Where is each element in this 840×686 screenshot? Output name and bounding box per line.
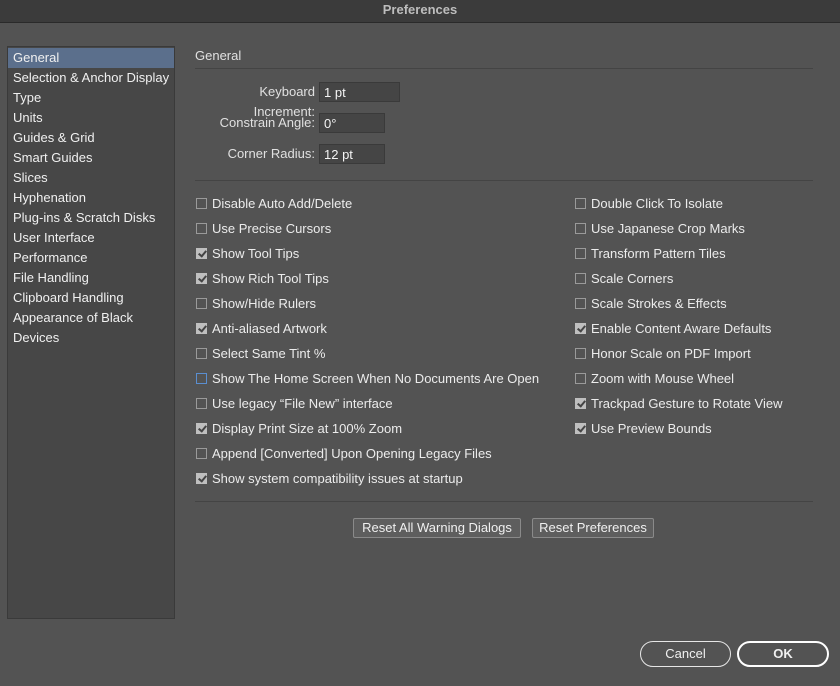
checkbox[interactable] [196, 447, 207, 459]
cancel-button[interactable]: Cancel [640, 641, 731, 667]
checkbox-label: Disable Auto Add/Delete [212, 195, 353, 211]
sidebar-list: General Selection & Anchor Display Type Uni… [8, 47, 174, 348]
sidebar-item-hyphenation[interactable]: Hyphenation [8, 188, 174, 208]
constrain-angle-input[interactable] [319, 113, 385, 133]
checkbox[interactable] [196, 397, 207, 409]
option-trackpad-gesture-to-rotate-view[interactable]: Trackpad Gesture to Rotate View [575, 393, 782, 413]
corner-radius-label: Corner Radius: [227, 146, 315, 161]
option-use-japanese-crop-marks[interactable]: Use Japanese Crop Marks [575, 218, 745, 238]
window-title: Preferences [382, 2, 458, 17]
option-double-click-to-isolate[interactable]: Double Click To Isolate [575, 193, 723, 213]
checkbox[interactable] [196, 347, 207, 359]
option-scale-strokes-effects[interactable]: Scale Strokes & Effects [575, 293, 727, 313]
keyboard-increment-label: Keyboard Increment: [253, 84, 315, 119]
checkbox-label: Display Print Size at 100% Zoom [212, 420, 403, 436]
checkbox[interactable] [196, 297, 207, 309]
preferences-sidebar: General Selection & Anchor Display Type Uni… [7, 46, 175, 619]
reset-preferences-button[interactable]: Reset Preferences [532, 518, 654, 538]
checkbox-label: Append [Converted] Upon Opening Legacy F… [212, 445, 492, 461]
option-use-preview-bounds[interactable]: Use Preview Bounds [575, 418, 712, 438]
sidebar-item-general[interactable]: General [8, 48, 174, 68]
option-show-system-compatibility-issues-at-startup[interactable]: Show system compatibility issues at star… [196, 468, 463, 488]
sidebar-item-file-handling[interactable]: File Handling [8, 268, 174, 288]
sidebar-item-guides-grid[interactable]: Guides & Grid [8, 128, 174, 148]
checkbox-label: Show Rich Tool Tips [212, 270, 329, 286]
checkbox[interactable] [196, 272, 207, 284]
checkbox-label: Use Japanese Crop Marks [591, 220, 745, 236]
checkbox-label: Zoom with Mouse Wheel [591, 370, 735, 386]
section-divider [195, 68, 813, 69]
checkbox-label: Scale Corners [591, 270, 674, 286]
option-enable-content-aware-defaults[interactable]: Enable Content Aware Defaults [575, 318, 771, 338]
checkbox-label: Double Click To Isolate [591, 195, 723, 211]
checkbox-label: Show Tool Tips [212, 245, 300, 261]
checkbox-label: Enable Content Aware Defaults [591, 320, 772, 336]
option-select-same-tint[interactable]: Select Same Tint % [196, 343, 325, 363]
sidebar-item-units[interactable]: Units [8, 108, 174, 128]
checkbox-label: Anti-aliased Artwork [212, 320, 327, 336]
keyboard-increment-input[interactable] [319, 82, 400, 102]
checkbox-label: Honor Scale on PDF Import [591, 345, 751, 361]
option-use-legacy-file-new-interface[interactable]: Use legacy “File New” interface [196, 393, 393, 413]
sidebar-item-smart-guides[interactable]: Smart Guides [8, 148, 174, 168]
checkbox[interactable] [575, 422, 586, 434]
checkbox[interactable] [196, 372, 207, 384]
option-show-tool-tips[interactable]: Show Tool Tips [196, 243, 299, 263]
option-append-converted-upon-opening-legacy-files[interactable]: Append [Converted] Upon Opening Legacy F… [196, 443, 492, 463]
checkbox[interactable] [196, 222, 207, 234]
sidebar-item-plug-ins-scratch-disks[interactable]: Plug-ins & Scratch Disks [8, 208, 174, 228]
option-use-precise-cursors[interactable]: Use Precise Cursors [196, 218, 331, 238]
sidebar-item-appearance-of-black[interactable]: Appearance of Black [8, 308, 174, 328]
window-title-bar: Preferences [0, 0, 840, 23]
checkbox-label: Transform Pattern Tiles [591, 245, 726, 261]
checkbox[interactable] [575, 272, 586, 284]
checkbox[interactable] [196, 197, 207, 209]
option-display-print-size-at-100-zoom[interactable]: Display Print Size at 100% Zoom [196, 418, 402, 438]
checkbox-label: Use legacy “File New” interface [212, 395, 393, 411]
sidebar-item-devices[interactable]: Devices [8, 328, 174, 348]
sidebar-item-clipboard-handling[interactable]: Clipboard Handling [8, 288, 174, 308]
checkbox[interactable] [575, 197, 586, 209]
sidebar-item-type[interactable]: Type [8, 88, 174, 108]
sidebar-item-performance[interactable]: Performance [8, 248, 174, 268]
option-show-the-home-screen-when-no-documents-are-open[interactable]: Show The Home Screen When No Documents A… [196, 368, 539, 388]
option-show-rich-tool-tips[interactable]: Show Rich Tool Tips [196, 268, 329, 288]
option-anti-aliased-artwork[interactable]: Anti-aliased Artwork [196, 318, 327, 338]
corner-radius-input[interactable] [319, 144, 385, 164]
checkbox[interactable] [575, 297, 586, 309]
option-transform-pattern-tiles[interactable]: Transform Pattern Tiles [575, 243, 726, 263]
checkbox[interactable] [196, 247, 207, 259]
option-zoom-with-mouse-wheel[interactable]: Zoom with Mouse Wheel [575, 368, 734, 388]
checkbox-label: Show The Home Screen When No Documents A… [212, 370, 540, 386]
checkbox[interactable] [575, 372, 586, 384]
section-title: General [195, 48, 242, 63]
option-scale-corners[interactable]: Scale Corners [575, 268, 673, 288]
checkbox-label: Show/Hide Rulers [212, 295, 317, 311]
checkbox[interactable] [196, 422, 207, 434]
sidebar-item-slices[interactable]: Slices [8, 168, 174, 188]
option-show-hide-rulers[interactable]: Show/Hide Rulers [196, 293, 316, 313]
checkbox-label: Select Same Tint % [212, 345, 326, 361]
sidebar-item-selection-anchor-display[interactable]: Selection & Anchor Display [8, 68, 174, 88]
checkbox-label: Use Precise Cursors [212, 220, 332, 236]
reset-all-warning-dialogs-button[interactable]: Reset All Warning Dialogs [353, 518, 521, 538]
constrain-angle-label: Constrain Angle: [219, 115, 315, 130]
checkbox[interactable] [196, 472, 207, 484]
ok-button[interactable]: OK [737, 641, 829, 667]
checkbox[interactable] [575, 397, 586, 409]
checkbox[interactable] [575, 322, 586, 334]
checkbox[interactable] [575, 347, 586, 359]
sidebar-item-user-interface[interactable]: User Interface [8, 228, 174, 248]
option-disable-auto-add-delete[interactable]: Disable Auto Add/Delete [196, 193, 352, 213]
options-divider [195, 501, 813, 502]
checkbox-label: Use Preview Bounds [591, 420, 712, 436]
fields-divider [195, 180, 813, 181]
checkbox-label: Scale Strokes & Effects [591, 295, 727, 311]
checkbox-label: Show system compatibility issues at star… [212, 470, 463, 486]
checkbox[interactable] [575, 247, 586, 259]
checkbox[interactable] [196, 322, 207, 334]
option-honor-scale-on-pdf-import[interactable]: Honor Scale on PDF Import [575, 343, 751, 363]
checkbox-label: Trackpad Gesture to Rotate View [591, 395, 783, 411]
checkbox[interactable] [575, 222, 586, 234]
